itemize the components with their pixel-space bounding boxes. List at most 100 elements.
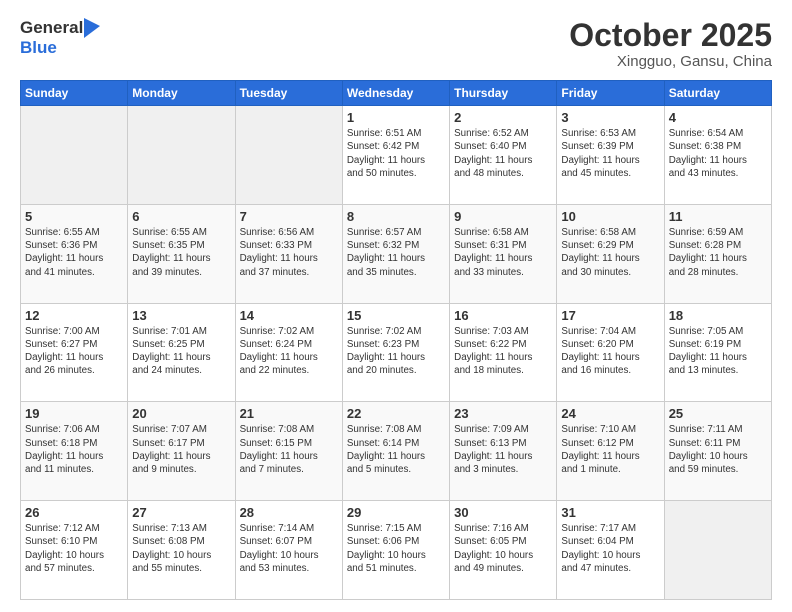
day-cell: 14 Sunrise: 7:02 AM Sunset: 6:24 PM Dayli…	[235, 303, 342, 402]
day-info: Sunrise: 7:00 AM Sunset: 6:27 PM Dayligh…	[25, 325, 123, 378]
day-info: Sunrise: 7:14 AM Sunset: 6:07 PM Dayligh…	[240, 522, 338, 575]
col-header-friday: Friday	[557, 81, 664, 106]
day-info: Sunrise: 7:06 AM Sunset: 6:18 PM Dayligh…	[25, 423, 123, 476]
week-row-1: 5 Sunrise: 6:55 AM Sunset: 6:36 PM Daylig…	[21, 204, 772, 303]
day-cell: 17 Sunrise: 7:04 AM Sunset: 6:20 PM Dayli…	[557, 303, 664, 402]
day-info: Sunrise: 7:08 AM Sunset: 6:14 PM Dayligh…	[347, 423, 445, 476]
day-cell: 25 Sunrise: 7:11 AM Sunset: 6:11 PM Dayli…	[664, 402, 771, 501]
day-number: 14	[240, 308, 338, 323]
title-block: October 2025 Xingguo, Gansu, China	[569, 18, 772, 70]
day-cell: 5 Sunrise: 6:55 AM Sunset: 6:36 PM Daylig…	[21, 204, 128, 303]
day-cell	[128, 106, 235, 205]
header-row: SundayMondayTuesdayWednesdayThursdayFrid…	[21, 81, 772, 106]
day-number: 5	[25, 209, 123, 224]
day-cell	[664, 501, 771, 600]
day-cell: 12 Sunrise: 7:00 AM Sunset: 6:27 PM Dayli…	[21, 303, 128, 402]
logo-blue: Blue	[20, 38, 57, 57]
day-number: 2	[454, 110, 552, 125]
day-cell: 3 Sunrise: 6:53 AM Sunset: 6:39 PM Daylig…	[557, 106, 664, 205]
day-cell	[21, 106, 128, 205]
day-cell	[235, 106, 342, 205]
logo-general: General	[20, 18, 83, 38]
day-info: Sunrise: 6:51 AM Sunset: 6:42 PM Dayligh…	[347, 127, 445, 180]
day-info: Sunrise: 6:58 AM Sunset: 6:29 PM Dayligh…	[561, 226, 659, 279]
day-info: Sunrise: 6:58 AM Sunset: 6:31 PM Dayligh…	[454, 226, 552, 279]
day-number: 1	[347, 110, 445, 125]
day-info: Sunrise: 7:01 AM Sunset: 6:25 PM Dayligh…	[132, 325, 230, 378]
day-number: 17	[561, 308, 659, 323]
day-number: 27	[132, 505, 230, 520]
day-info: Sunrise: 7:04 AM Sunset: 6:20 PM Dayligh…	[561, 325, 659, 378]
day-cell: 24 Sunrise: 7:10 AM Sunset: 6:12 PM Dayli…	[557, 402, 664, 501]
day-number: 18	[669, 308, 767, 323]
day-cell: 28 Sunrise: 7:14 AM Sunset: 6:07 PM Dayli…	[235, 501, 342, 600]
day-number: 8	[347, 209, 445, 224]
day-cell: 10 Sunrise: 6:58 AM Sunset: 6:29 PM Dayli…	[557, 204, 664, 303]
day-info: Sunrise: 6:59 AM Sunset: 6:28 PM Dayligh…	[669, 226, 767, 279]
day-number: 7	[240, 209, 338, 224]
day-number: 30	[454, 505, 552, 520]
day-number: 24	[561, 406, 659, 421]
week-row-2: 12 Sunrise: 7:00 AM Sunset: 6:27 PM Dayli…	[21, 303, 772, 402]
day-number: 4	[669, 110, 767, 125]
day-number: 10	[561, 209, 659, 224]
day-info: Sunrise: 7:11 AM Sunset: 6:11 PM Dayligh…	[669, 423, 767, 476]
day-cell: 4 Sunrise: 6:54 AM Sunset: 6:38 PM Daylig…	[664, 106, 771, 205]
logo-icon	[84, 18, 100, 38]
day-info: Sunrise: 6:53 AM Sunset: 6:39 PM Dayligh…	[561, 127, 659, 180]
day-info: Sunrise: 7:02 AM Sunset: 6:24 PM Dayligh…	[240, 325, 338, 378]
day-cell: 6 Sunrise: 6:55 AM Sunset: 6:35 PM Daylig…	[128, 204, 235, 303]
day-number: 16	[454, 308, 552, 323]
col-header-monday: Monday	[128, 81, 235, 106]
day-number: 11	[669, 209, 767, 224]
day-info: Sunrise: 7:05 AM Sunset: 6:19 PM Dayligh…	[669, 325, 767, 378]
col-header-tuesday: Tuesday	[235, 81, 342, 106]
week-row-0: 1 Sunrise: 6:51 AM Sunset: 6:42 PM Daylig…	[21, 106, 772, 205]
day-number: 6	[132, 209, 230, 224]
day-number: 22	[347, 406, 445, 421]
day-cell: 22 Sunrise: 7:08 AM Sunset: 6:14 PM Dayli…	[342, 402, 449, 501]
day-number: 25	[669, 406, 767, 421]
day-cell: 19 Sunrise: 7:06 AM Sunset: 6:18 PM Dayli…	[21, 402, 128, 501]
day-info: Sunrise: 7:08 AM Sunset: 6:15 PM Dayligh…	[240, 423, 338, 476]
day-info: Sunrise: 7:17 AM Sunset: 6:04 PM Dayligh…	[561, 522, 659, 575]
day-cell: 31Sunrise: 7:17 AM Sunset: 6:04 PM Dayli…	[557, 501, 664, 600]
day-cell: 1 Sunrise: 6:51 AM Sunset: 6:42 PM Daylig…	[342, 106, 449, 205]
col-header-wednesday: Wednesday	[342, 81, 449, 106]
day-info: Sunrise: 7:03 AM Sunset: 6:22 PM Dayligh…	[454, 325, 552, 378]
day-cell: 26 Sunrise: 7:12 AM Sunset: 6:10 PM Dayli…	[21, 501, 128, 600]
calendar-table: SundayMondayTuesdayWednesdayThursdayFrid…	[20, 80, 772, 600]
day-cell: 20Sunrise: 7:07 AM Sunset: 6:17 PM Dayli…	[128, 402, 235, 501]
day-number: 12	[25, 308, 123, 323]
day-cell: 21 Sunrise: 7:08 AM Sunset: 6:15 PM Dayli…	[235, 402, 342, 501]
day-number: 26	[25, 505, 123, 520]
day-info: Sunrise: 7:10 AM Sunset: 6:12 PM Dayligh…	[561, 423, 659, 476]
day-info: Sunrise: 7:09 AM Sunset: 6:13 PM Dayligh…	[454, 423, 552, 476]
day-number: 29	[347, 505, 445, 520]
day-number: 20	[132, 406, 230, 421]
day-cell: 23Sunrise: 7:09 AM Sunset: 6:13 PM Dayli…	[450, 402, 557, 501]
day-info: Sunrise: 7:15 AM Sunset: 6:06 PM Dayligh…	[347, 522, 445, 575]
day-info: Sunrise: 6:54 AM Sunset: 6:38 PM Dayligh…	[669, 127, 767, 180]
day-info: Sunrise: 6:55 AM Sunset: 6:36 PM Dayligh…	[25, 226, 123, 279]
day-cell: 8 Sunrise: 6:57 AM Sunset: 6:32 PM Daylig…	[342, 204, 449, 303]
day-number: 15	[347, 308, 445, 323]
day-number: 13	[132, 308, 230, 323]
day-cell: 9Sunrise: 6:58 AM Sunset: 6:31 PM Daylig…	[450, 204, 557, 303]
day-info: Sunrise: 6:55 AM Sunset: 6:35 PM Dayligh…	[132, 226, 230, 279]
day-info: Sunrise: 6:56 AM Sunset: 6:33 PM Dayligh…	[240, 226, 338, 279]
day-number: 3	[561, 110, 659, 125]
day-info: Sunrise: 6:57 AM Sunset: 6:32 PM Dayligh…	[347, 226, 445, 279]
day-number: 19	[25, 406, 123, 421]
calendar-subtitle: Xingguo, Gansu, China	[569, 53, 772, 70]
day-number: 21	[240, 406, 338, 421]
day-cell: 7 Sunrise: 6:56 AM Sunset: 6:33 PM Daylig…	[235, 204, 342, 303]
col-header-thursday: Thursday	[450, 81, 557, 106]
day-number: 28	[240, 505, 338, 520]
day-info: Sunrise: 7:12 AM Sunset: 6:10 PM Dayligh…	[25, 522, 123, 575]
page: General Blue October 2025 Xingguo, Gansu…	[0, 0, 792, 612]
day-cell: 30 Sunrise: 7:16 AM Sunset: 6:05 PM Dayli…	[450, 501, 557, 600]
day-info: Sunrise: 7:16 AM Sunset: 6:05 PM Dayligh…	[454, 522, 552, 575]
logo: General Blue	[20, 18, 100, 58]
day-cell: 27Sunrise: 7:13 AM Sunset: 6:08 PM Dayli…	[128, 501, 235, 600]
